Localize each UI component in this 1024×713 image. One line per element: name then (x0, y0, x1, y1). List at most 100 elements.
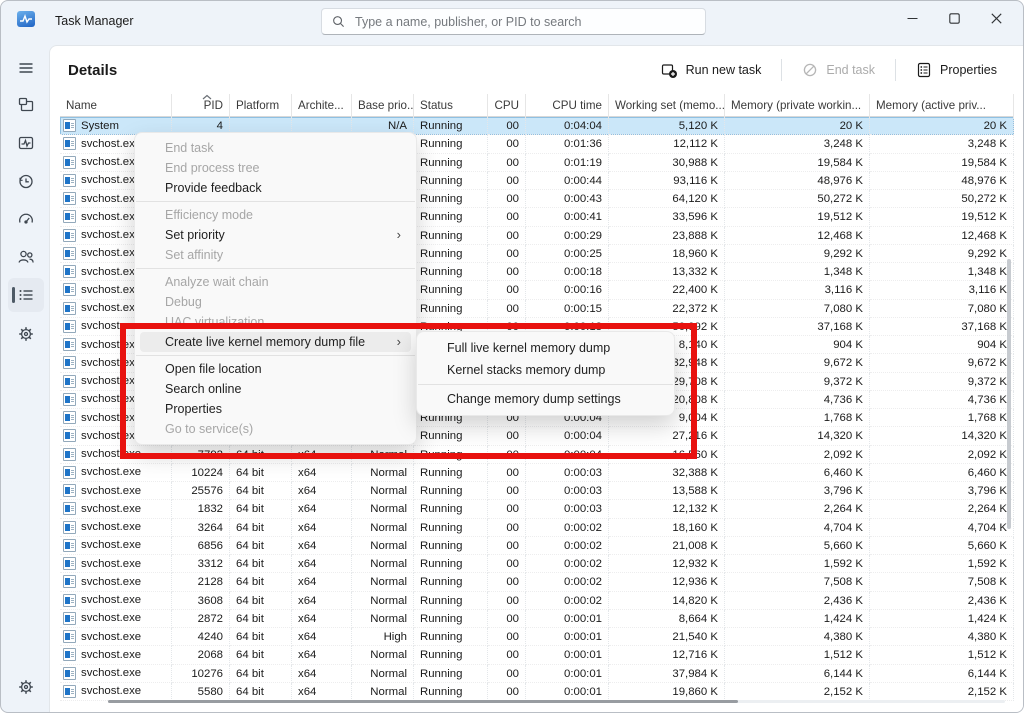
cell-priv: 2,264 K (725, 500, 870, 518)
cell-pid: 3608 (172, 592, 230, 610)
cell-platform: 64 bit (230, 446, 292, 464)
cell-ws: 8,664 K (609, 610, 725, 628)
cell-status: Running (414, 446, 488, 464)
column-header-priv[interactable]: Memory (private workin... (725, 94, 870, 117)
sidebar-item-app-history[interactable] (8, 164, 44, 198)
table-row-svchost-exe[interactable]: svchost.exe183264 bitx64NormalRunning000… (60, 500, 1014, 518)
cell-act: 37,168 K (870, 318, 1014, 336)
table-row-svchost-exe[interactable]: svchost.exe331264 bitx64NormalRunning000… (60, 555, 1014, 573)
settings-button[interactable] (8, 670, 44, 704)
close-button[interactable] (975, 3, 1017, 33)
cell-time: 0:00:02 (526, 573, 609, 591)
cell-platform: 64 bit (230, 500, 292, 518)
cell-cpu: 00 (488, 446, 526, 464)
cell-cpu: 00 (488, 117, 526, 135)
sidebar-menu-button[interactable] (8, 51, 44, 85)
table-row-svchost-exe[interactable]: svchost.exe360864 bitx64NormalRunning000… (60, 592, 1014, 610)
process-icon (63, 612, 76, 625)
cell-arch: x64 (292, 646, 352, 664)
menu-item-change-memory-dump-settings[interactable]: Change memory dump settings (422, 388, 669, 410)
cell-time: 0:00:01 (526, 646, 609, 664)
maximize-button[interactable] (933, 3, 975, 33)
cell-time: 0:00:02 (526, 519, 609, 537)
cell-act: 7,080 K (870, 300, 1014, 318)
cell-time: 0:00:18 (526, 263, 609, 281)
cell-time: 0:00:01 (526, 683, 609, 701)
table-row-svchost-exe[interactable]: svchost.exe779264 bitx64NormalRunning000… (60, 446, 1014, 464)
column-header-arch[interactable]: Archite... (292, 94, 352, 117)
cell-platform: 64 bit (230, 482, 292, 500)
menu-item-go-to-service-s: Go to service(s) (140, 419, 411, 439)
vertical-scrollbar[interactable] (1007, 259, 1011, 529)
process-icon (63, 411, 76, 424)
cell-name: svchost.exe (60, 446, 172, 464)
cell-priv: 9,292 K (725, 245, 870, 263)
menu-item-properties[interactable]: Properties (140, 399, 411, 419)
column-header-cpu[interactable]: CPU (488, 94, 526, 117)
cell-act: 9,292 K (870, 245, 1014, 263)
horizontal-scrollbar[interactable] (108, 700, 1005, 703)
table-row-svchost-exe[interactable]: svchost.exe1027664 bitx64NormalRunning00… (60, 665, 1014, 683)
table-row-svchost-exe[interactable]: svchost.exe424064 bitx64HighRunning000:0… (60, 628, 1014, 646)
cell-act: 2,152 K (870, 683, 1014, 701)
sidebar-item-performance[interactable] (8, 126, 44, 160)
cell-ws: 19,860 K (609, 683, 725, 701)
cell-time: 0:00:03 (526, 500, 609, 518)
sidebar (1, 45, 49, 712)
column-header-name[interactable]: Name (60, 94, 172, 117)
menu-item-open-file-location[interactable]: Open file location (140, 359, 411, 379)
menu-item-full-live-kernel-memory-dump[interactable]: Full live kernel memory dump (422, 337, 669, 359)
column-header-status[interactable]: Status (414, 94, 488, 117)
cell-platform: 64 bit (230, 573, 292, 591)
cell-base: Normal (352, 683, 414, 701)
cell-status: Running (414, 665, 488, 683)
cell-ws: 14,820 K (609, 592, 725, 610)
table-row-svchost-exe[interactable]: svchost.exe558064 bitx64NormalRunning000… (60, 683, 1014, 701)
cell-ws: 37,984 K (609, 665, 725, 683)
run-new-task-button[interactable]: Run new task (649, 56, 774, 85)
table-row-svchost-exe[interactable]: svchost.exe206864 bitx64NormalRunning000… (60, 646, 1014, 664)
cell-ws: 16,560 K (609, 446, 725, 464)
cell-pid: 3312 (172, 555, 230, 573)
cell-act: 50,272 K (870, 190, 1014, 208)
process-icon (63, 356, 76, 369)
cell-priv: 7,080 K (725, 300, 870, 318)
cell-priv: 50,272 K (725, 190, 870, 208)
sidebar-item-services[interactable] (8, 317, 44, 351)
cell-arch: x64 (292, 482, 352, 500)
cell-status: Running (414, 610, 488, 628)
table-row-svchost-exe[interactable]: svchost.exe287264 bitx64NormalRunning000… (60, 610, 1014, 628)
column-header-act[interactable]: Memory (active priv... (870, 94, 1014, 117)
column-header-base[interactable]: Base prio... (352, 94, 414, 117)
table-row-svchost-exe[interactable]: svchost.exe685664 bitx64NormalRunning000… (60, 537, 1014, 555)
menu-item-search-online[interactable]: Search online (140, 379, 411, 399)
cell-cpu: 00 (488, 500, 526, 518)
horizontal-scrollbar-thumb[interactable] (108, 700, 738, 703)
table-row-svchost-exe[interactable]: svchost.exe1022464 bitx64NormalRunning00… (60, 464, 1014, 482)
menu-item-create-live-kernel-memory-dump-file[interactable]: Create live kernel memory dump file› (140, 332, 411, 352)
menu-item-set-priority[interactable]: Set priority› (140, 225, 411, 245)
sidebar-item-processes[interactable] (8, 88, 44, 122)
column-header-time[interactable]: CPU time (526, 94, 609, 117)
submenu-chevron-icon: › (397, 225, 401, 245)
menu-item-provide-feedback[interactable]: Provide feedback (140, 178, 411, 198)
sidebar-item-details[interactable] (8, 278, 44, 312)
processes-icon (16, 95, 36, 115)
cell-ws: 32,388 K (609, 464, 725, 482)
menu-item-kernel-stacks-memory-dump[interactable]: Kernel stacks memory dump (422, 359, 669, 381)
search-input[interactable] (353, 14, 695, 30)
global-search[interactable] (321, 8, 706, 35)
sidebar-item-users[interactable] (8, 240, 44, 274)
column-header-ws[interactable]: Working set (memo... (609, 94, 725, 117)
cell-act: 9,372 K (870, 373, 1014, 391)
column-header-platform[interactable]: Platform (230, 94, 292, 117)
minimize-button[interactable] (891, 3, 933, 33)
cell-act: 14,320 K (870, 427, 1014, 445)
cell-status: Running (414, 227, 488, 245)
cell-act: 4,380 K (870, 628, 1014, 646)
table-row-svchost-exe[interactable]: svchost.exe2557664 bitx64NormalRunning00… (60, 482, 1014, 500)
properties-button[interactable]: Properties (904, 56, 1009, 84)
sidebar-item-startup-apps[interactable] (8, 202, 44, 236)
table-row-svchost-exe[interactable]: svchost.exe326464 bitx64NormalRunning000… (60, 519, 1014, 537)
table-row-svchost-exe[interactable]: svchost.exe212864 bitx64NormalRunning000… (60, 573, 1014, 591)
